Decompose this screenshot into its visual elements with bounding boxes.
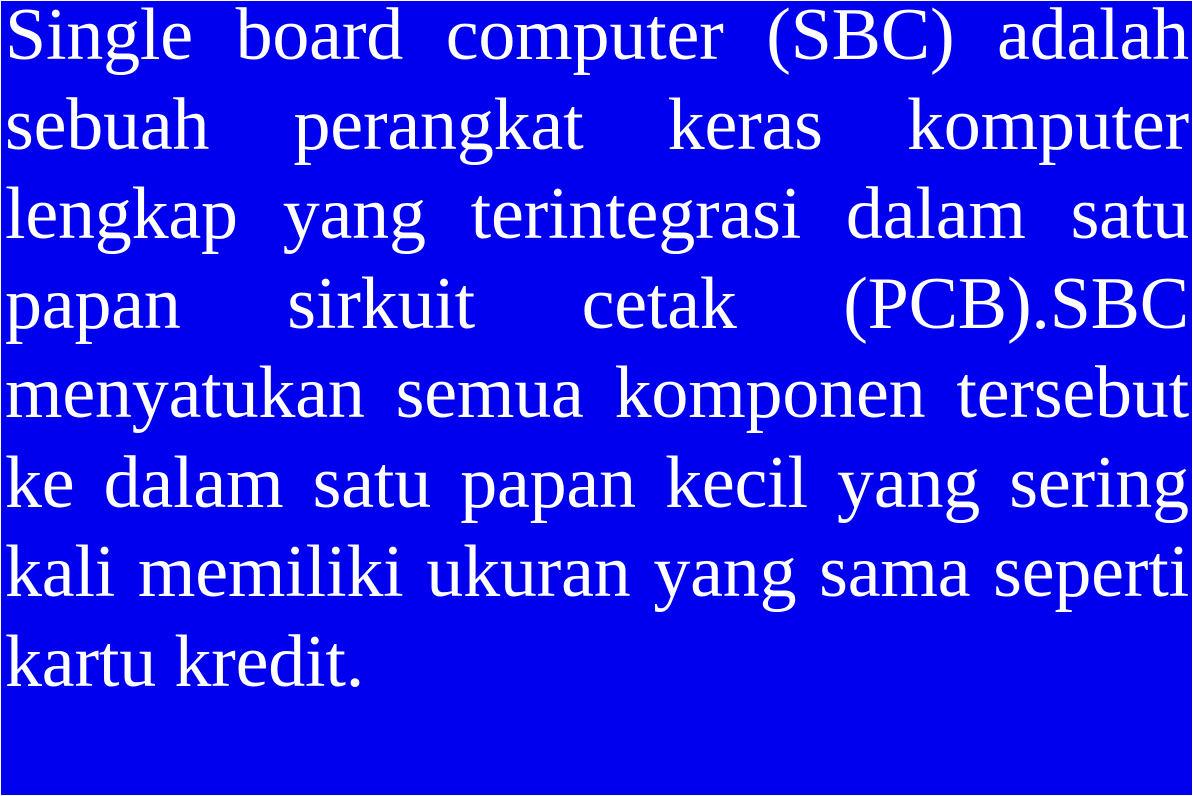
- paragraph-line-6: ke dalam satu papan kecil yang sering: [5, 441, 1189, 524]
- paragraph-line-8: kartu kredit.: [5, 620, 365, 703]
- paragraph-line-2: sebuah perangkat keras komputer: [5, 83, 1189, 166]
- paragraph-line-3: lengkap yang terintegrasi dalam satu: [5, 173, 1189, 255]
- text-slide: Single board computer (SBC) adalah sebuah per…: [0, 0, 1193, 796]
- paragraph-line-4: papan sirkuit cetak (PCB).SBC: [5, 262, 1189, 345]
- paragraph-line-7: kali memiliki ukuran yang sama seperti: [5, 531, 1189, 613]
- paragraph-line-5: menyatukan semua komponen tersebut: [5, 352, 1189, 434]
- sbc-description-paragraph: Single board computer (SBC) adalah sebuah per…: [5, 0, 1189, 707]
- paragraph-line-1: Single board computer (SBC) adalah: [5, 0, 1189, 76]
